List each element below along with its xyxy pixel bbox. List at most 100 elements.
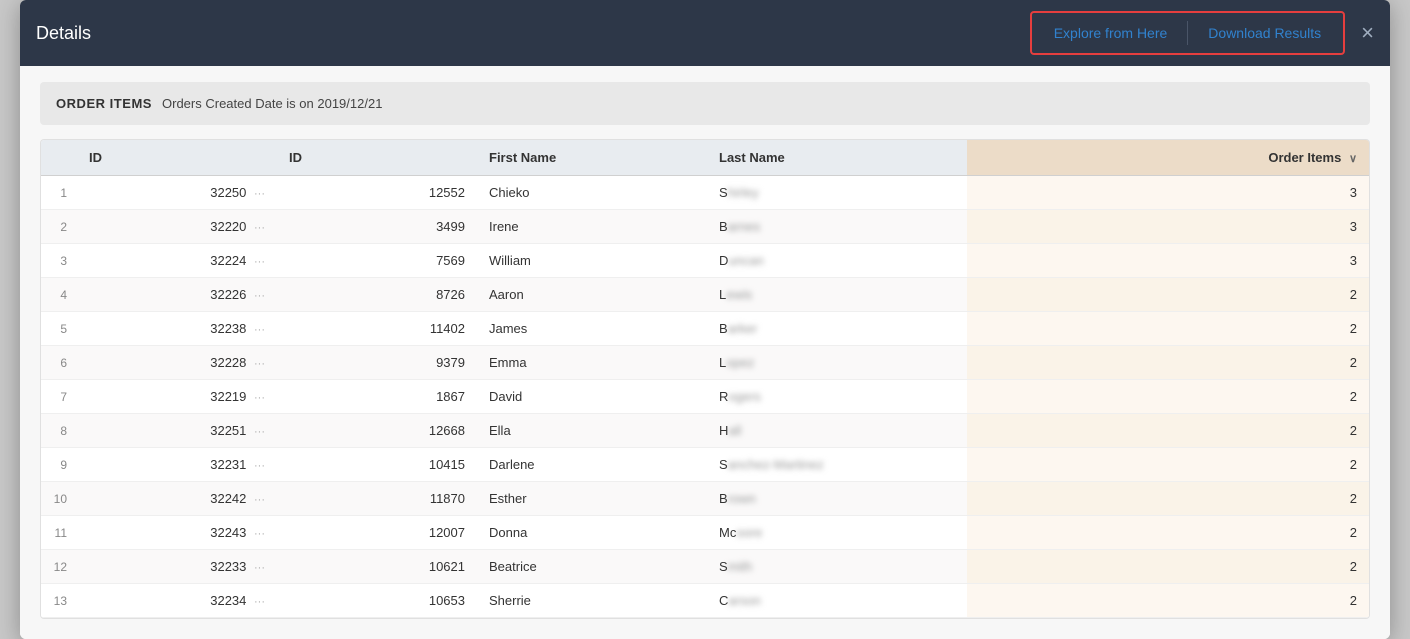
cell-order-id: 32234 ··· bbox=[77, 584, 277, 618]
col-header-orderitems[interactable]: Order Items ∨ bbox=[967, 140, 1369, 176]
table-row: 432226 ···8726AaronLewis2 bbox=[41, 278, 1369, 312]
order-id-ellipsis[interactable]: ··· bbox=[254, 562, 265, 574]
cell-firstname: David bbox=[477, 380, 707, 414]
cell-lastname: Brown bbox=[707, 482, 967, 516]
cell-rownum: 3 bbox=[41, 244, 77, 278]
cell-firstname: Sherrie bbox=[477, 584, 707, 618]
cell-order-id: 32242 ··· bbox=[77, 482, 277, 516]
table-row: 132250 ···12552ChiekoShirley3 bbox=[41, 176, 1369, 210]
sort-desc-icon: ∨ bbox=[1349, 153, 1357, 165]
order-id-ellipsis[interactable]: ··· bbox=[254, 426, 265, 438]
modal-container: Details Explore from Here Download Resul… bbox=[20, 0, 1390, 639]
cell-rownum: 9 bbox=[41, 448, 77, 482]
cell-order-items: 2 bbox=[967, 278, 1369, 312]
cell-order-id: 32220 ··· bbox=[77, 210, 277, 244]
cell-rownum: 6 bbox=[41, 346, 77, 380]
cell-user-id: 10415 bbox=[277, 448, 477, 482]
header-actions-group: Explore from Here Download Results bbox=[1030, 11, 1345, 55]
modal-body: ORDER ITEMS Orders Created Date is on 20… bbox=[20, 66, 1390, 639]
table-row: 332224 ···7569WilliamDuncan3 bbox=[41, 244, 1369, 278]
cell-order-id: 32233 ··· bbox=[77, 550, 277, 584]
cell-user-id: 12668 bbox=[277, 414, 477, 448]
order-id-ellipsis[interactable]: ··· bbox=[254, 324, 265, 336]
cell-order-id: 32228 ··· bbox=[77, 346, 277, 380]
modal-title: Details bbox=[36, 23, 91, 44]
cell-lastname: Lopez bbox=[707, 346, 967, 380]
cell-lastname: Mcoore bbox=[707, 516, 967, 550]
table-row: 1232233 ···10621BeatriceSmith2 bbox=[41, 550, 1369, 584]
cell-rownum: 13 bbox=[41, 584, 77, 618]
cell-firstname: Irene bbox=[477, 210, 707, 244]
lastname-blurred: mith bbox=[728, 559, 753, 574]
cell-user-id: 11870 bbox=[277, 482, 477, 516]
data-table: ID ID First Name Last Name Order Items ∨… bbox=[41, 140, 1369, 618]
cell-lastname: Carson bbox=[707, 584, 967, 618]
cell-user-id: 1867 bbox=[277, 380, 477, 414]
order-id-ellipsis[interactable]: ··· bbox=[254, 460, 265, 472]
cell-order-id: 32224 ··· bbox=[77, 244, 277, 278]
cell-firstname: Darlene bbox=[477, 448, 707, 482]
cell-lastname: Sanchez-Martinez bbox=[707, 448, 967, 482]
order-id-ellipsis[interactable]: ··· bbox=[254, 528, 265, 540]
lastname-blurred: opez bbox=[726, 355, 754, 370]
cell-order-id: 32226 ··· bbox=[77, 278, 277, 312]
table-row: 532238 ···11402JamesBarker2 bbox=[41, 312, 1369, 346]
cell-order-id: 32238 ··· bbox=[77, 312, 277, 346]
cell-lastname: Smith bbox=[707, 550, 967, 584]
cell-rownum: 11 bbox=[41, 516, 77, 550]
data-table-container: ID ID First Name Last Name Order Items ∨… bbox=[40, 139, 1370, 619]
col-header-firstname[interactable]: First Name bbox=[477, 140, 707, 176]
lastname-blurred: ogers bbox=[728, 389, 761, 404]
cell-firstname: Donna bbox=[477, 516, 707, 550]
cell-user-id: 10653 bbox=[277, 584, 477, 618]
col-header-rownum bbox=[41, 140, 77, 176]
filter-bar: ORDER ITEMS Orders Created Date is on 20… bbox=[40, 82, 1370, 125]
order-id-ellipsis[interactable]: ··· bbox=[254, 188, 265, 200]
lastname-blurred: all bbox=[728, 423, 741, 438]
close-button[interactable]: × bbox=[1361, 22, 1374, 44]
table-header-row: ID ID First Name Last Name Order Items ∨ bbox=[41, 140, 1369, 176]
lastname-blurred: hirley bbox=[728, 185, 759, 200]
cell-rownum: 12 bbox=[41, 550, 77, 584]
lastname-blurred: ewis bbox=[726, 287, 752, 302]
table-row: 932231 ···10415DarleneSanchez-Martinez2 bbox=[41, 448, 1369, 482]
cell-user-id: 12552 bbox=[277, 176, 477, 210]
cell-rownum: 7 bbox=[41, 380, 77, 414]
lastname-blurred: arker bbox=[728, 321, 758, 336]
cell-user-id: 10621 bbox=[277, 550, 477, 584]
cell-lastname: Lewis bbox=[707, 278, 967, 312]
order-id-ellipsis[interactable]: ··· bbox=[254, 392, 265, 404]
explore-from-here-button[interactable]: Explore from Here bbox=[1036, 17, 1186, 49]
table-row: 1132243 ···12007DonnaMcoore2 bbox=[41, 516, 1369, 550]
download-results-button[interactable]: Download Results bbox=[1190, 17, 1339, 49]
table-row: 232220 ···3499IreneBarnes3 bbox=[41, 210, 1369, 244]
cell-order-items: 3 bbox=[967, 210, 1369, 244]
cell-firstname: James bbox=[477, 312, 707, 346]
order-id-ellipsis[interactable]: ··· bbox=[254, 494, 265, 506]
cell-order-items: 2 bbox=[967, 414, 1369, 448]
order-id-ellipsis[interactable]: ··· bbox=[254, 290, 265, 302]
cell-firstname: Ella bbox=[477, 414, 707, 448]
cell-user-id: 12007 bbox=[277, 516, 477, 550]
cell-rownum: 10 bbox=[41, 482, 77, 516]
cell-order-items: 2 bbox=[967, 550, 1369, 584]
lastname-blurred: uncan bbox=[728, 253, 763, 268]
cell-rownum: 2 bbox=[41, 210, 77, 244]
col-header-order-id[interactable]: ID bbox=[77, 140, 277, 176]
col-header-lastname[interactable]: Last Name bbox=[707, 140, 967, 176]
cell-lastname: Barnes bbox=[707, 210, 967, 244]
order-id-ellipsis[interactable]: ··· bbox=[254, 222, 265, 234]
cell-firstname: Esther bbox=[477, 482, 707, 516]
cell-lastname: Shirley bbox=[707, 176, 967, 210]
cell-order-id: 32251 ··· bbox=[77, 414, 277, 448]
cell-order-items: 3 bbox=[967, 244, 1369, 278]
order-id-ellipsis[interactable]: ··· bbox=[254, 256, 265, 268]
order-id-ellipsis[interactable]: ··· bbox=[254, 596, 265, 608]
cell-rownum: 5 bbox=[41, 312, 77, 346]
cell-order-items: 2 bbox=[967, 380, 1369, 414]
col-header-user-id[interactable]: ID bbox=[277, 140, 477, 176]
cell-order-items: 2 bbox=[967, 516, 1369, 550]
cell-user-id: 3499 bbox=[277, 210, 477, 244]
cell-order-items: 2 bbox=[967, 482, 1369, 516]
order-id-ellipsis[interactable]: ··· bbox=[254, 358, 265, 370]
